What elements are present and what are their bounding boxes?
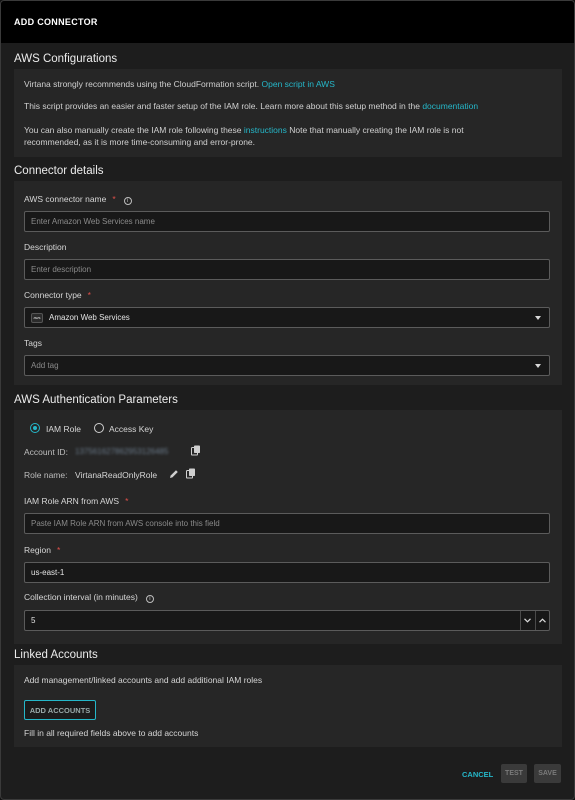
manual-setup-text: You can also manually create the IAM rol… [24,125,464,135]
manual-setup-description: You can also manually create the IAM rol… [24,125,242,135]
add-accounts-button[interactable]: ADD ACCOUNTS [24,700,96,720]
save-button[interactable]: SAVE [534,764,561,783]
linked-accounts-title: Linked Accounts [14,649,98,661]
aws-configurations-panel: Virtana strongly recommends using the Cl… [14,69,562,157]
open-script-link[interactable]: Open script in AWS [262,79,335,89]
connector-details-title: Connector details [14,165,104,177]
cancel-button[interactable]: CANCEL [462,770,493,779]
chevron-down-icon [524,618,531,623]
cloudformation-text: Virtana strongly recommends using the Cl… [24,79,335,89]
tags-label: Tags [24,338,42,348]
connector-type-value: Amazon Web Services [49,313,130,322]
manual-setup-warning: Note that manually creating the IAM role… [289,125,464,135]
tags-select[interactable]: Add tag [24,355,550,376]
access-key-radio[interactable] [94,423,104,433]
collection-interval-input[interactable]: 5 [24,610,550,631]
documentation-link[interactable]: documentation [422,101,478,111]
collection-interval-label-text: Collection interval (in minutes) [24,592,138,602]
info-icon[interactable]: i [123,197,132,205]
setup-description: This script provides an easier and faste… [24,101,420,111]
collection-interval-label: Collection interval (in minutes) i [24,592,154,603]
modal-title: ADD CONNECTOR [14,17,98,27]
pencil-icon[interactable] [169,469,179,479]
test-button[interactable]: TEST [501,764,527,783]
tags-placeholder: Add tag [31,361,59,370]
account-id-label: Account ID: [24,447,68,457]
role-arn-input[interactable]: Paste IAM Role ARN from AWS console into… [24,513,550,534]
instructions-link[interactable]: instructions [244,125,287,135]
role-name-label: Role name: [24,470,68,480]
cloudformation-recommendation: Virtana strongly recommends using the Cl… [24,79,260,89]
role-name-value: VirtanaReadOnlyRole [75,470,158,480]
connector-name-label: AWS connector name * i [24,194,132,205]
add-connector-modal: ADD CONNECTOR AWS Configurations Virtana… [0,0,575,800]
linked-accounts-description: Add management/linked accounts and add a… [24,675,263,685]
connector-type-select[interactable]: aws Amazon Web Services [24,307,550,328]
access-key-label[interactable]: Access Key [109,424,153,434]
required-marker: * [56,545,61,555]
decrement-button[interactable] [520,611,534,630]
iam-role-radio[interactable] [30,423,40,433]
aws-configurations-title: AWS Configurations [14,53,118,65]
modal-header: ADD CONNECTOR [1,1,574,43]
region-input[interactable]: us-east-1 [24,562,550,583]
copy-icon[interactable] [186,468,196,479]
description-input[interactable]: Enter description [24,259,550,280]
role-arn-label-text: IAM Role ARN from AWS [24,496,120,506]
connector-type-label-text: Connector type [24,290,82,300]
collection-interval-value: 5 [31,616,36,625]
account-id-value: 137561627862953126485 [75,447,169,456]
add-accounts-hint: Fill in all required fields above to add… [24,728,199,738]
required-marker: * [112,194,116,204]
required-marker: * [87,290,91,300]
connector-name-label-text: AWS connector name [24,194,107,204]
description-label: Description [24,242,67,252]
aws-logo-icon: aws [31,312,43,323]
increment-button[interactable] [535,611,549,630]
info-icon[interactable]: i [145,595,154,603]
setup-text: This script provides an easier and faste… [24,101,478,111]
region-label: Region * [24,545,60,555]
role-arn-label: IAM Role ARN from AWS * [24,496,128,506]
auth-parameters-title: AWS Authentication Parameters [14,394,178,406]
manual-setup-text-2: recommended, as it is more time-consumin… [24,137,256,147]
iam-role-label[interactable]: IAM Role [46,424,81,434]
required-marker: * [125,496,129,506]
chevron-up-icon [539,618,546,623]
copy-icon[interactable] [191,445,201,456]
chevron-down-icon[interactable] [535,364,541,368]
connector-type-label: Connector type * [24,290,91,300]
connector-name-input[interactable]: Enter Amazon Web Services name [24,211,550,232]
chevron-down-icon[interactable] [535,316,541,320]
region-label-text: Region [24,545,51,555]
